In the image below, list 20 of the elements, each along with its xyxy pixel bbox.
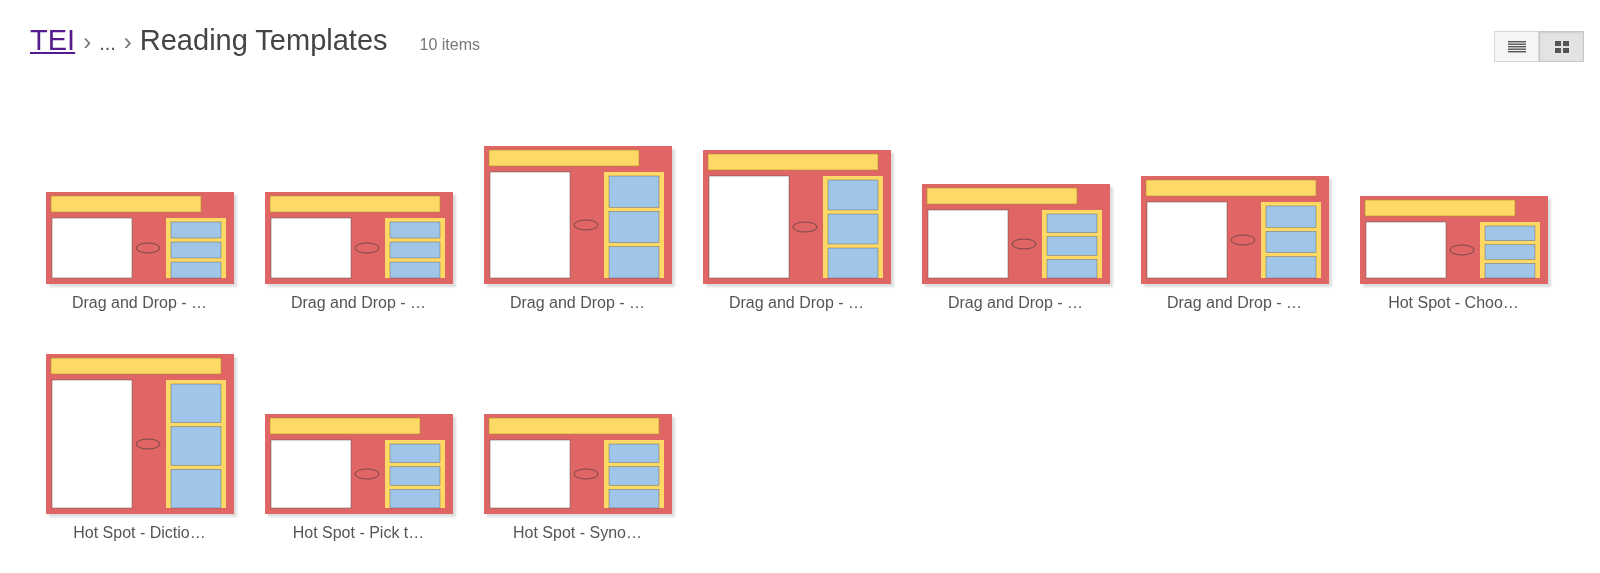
file-title[interactable]: Hot Spot - Syno… — [513, 524, 642, 542]
file-title[interactable]: Drag and Drop - … — [947, 294, 1084, 312]
breadcrumb-separator: › — [83, 28, 92, 56]
file-title[interactable]: Drag and Drop - … — [290, 294, 427, 312]
grid-icon — [1554, 40, 1569, 53]
file-title[interactable]: Drag and Drop - … — [71, 294, 208, 312]
item-count: 10 items — [419, 36, 480, 54]
file-title[interactable]: Drag and Drop - … — [1166, 294, 1303, 312]
file-title[interactable]: Hot Spot - Dictio… — [73, 524, 206, 542]
file-title[interactable]: Hot Spot - Choo… — [1388, 294, 1519, 312]
list-view-button[interactable] — [1494, 31, 1539, 62]
file-title[interactable]: Drag and Drop - … — [509, 294, 646, 312]
grid-view-button[interactable] — [1539, 31, 1584, 62]
file-title[interactable]: Hot Spot - Pick t… — [292, 524, 425, 542]
list-icon — [1507, 40, 1526, 53]
breadcrumb-link[interactable]: TEI — [30, 24, 76, 57]
breadcrumb-ellipsis[interactable]: ... — [99, 32, 116, 55]
file-title[interactable]: Drag and Drop - … — [728, 294, 865, 312]
breadcrumb-separator: › — [123, 28, 132, 56]
folder-title: Reading Templates — [139, 24, 388, 57]
